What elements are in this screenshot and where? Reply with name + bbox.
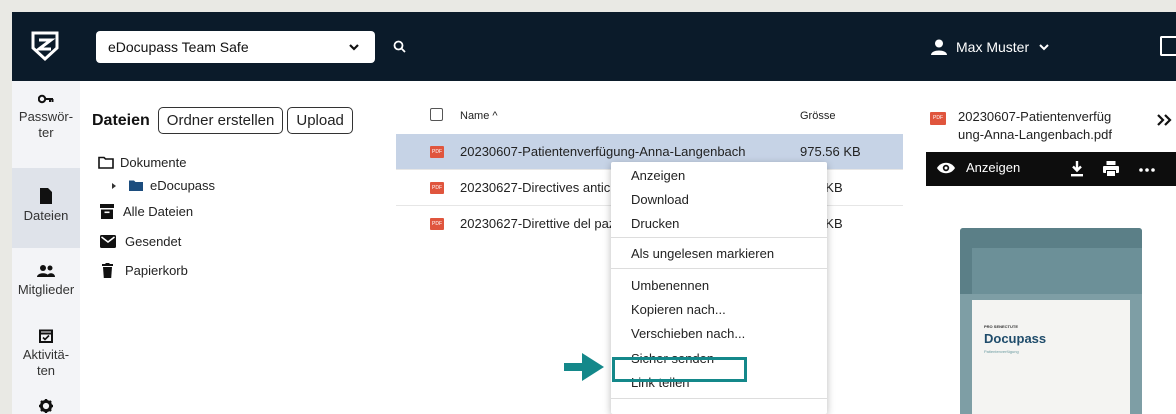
tree-item-trash[interactable]: Papierkorb bbox=[102, 263, 188, 278]
menu-item-move-to[interactable]: Verschieben nach... bbox=[631, 326, 745, 341]
files-header: Dateien Ordner erstellen Upload bbox=[92, 107, 353, 134]
menu-divider bbox=[611, 237, 827, 238]
select-all-checkbox[interactable] bbox=[430, 108, 443, 121]
tree-label-all-files: Alle Dateien bbox=[123, 204, 194, 219]
caret-right-icon[interactable] bbox=[110, 182, 118, 190]
column-size-header[interactable]: Grösse bbox=[800, 110, 835, 122]
calendar-check-icon bbox=[39, 329, 53, 343]
eye-icon bbox=[937, 162, 955, 173]
more-icon[interactable] bbox=[1139, 168, 1155, 172]
preview-toolbar: Anzeigen bbox=[926, 152, 1176, 186]
trash-icon bbox=[102, 263, 113, 278]
menu-item-view[interactable]: Anzeigen bbox=[631, 168, 685, 183]
logout-icon[interactable] bbox=[1160, 36, 1176, 56]
tree-label-sent: Gesendet bbox=[125, 234, 182, 249]
column-name-header[interactable]: Name ^ bbox=[460, 110, 498, 122]
gear-icon bbox=[39, 399, 53, 413]
upload-button[interactable]: Upload bbox=[287, 107, 353, 134]
members-icon bbox=[37, 265, 55, 277]
tree-item-all-files[interactable]: Alle Dateien bbox=[100, 204, 193, 219]
tree-item-sent[interactable]: Gesendet bbox=[100, 234, 181, 249]
folder-outline-icon bbox=[98, 156, 114, 169]
preview-title: 20230607-Patientenverfüg ung-Anna-Langen… bbox=[958, 109, 1112, 142]
nav-item-settings[interactable] bbox=[12, 399, 80, 414]
app-logo-icon[interactable] bbox=[30, 30, 60, 62]
pdf-icon: PDF bbox=[430, 146, 444, 158]
tree-item-documents[interactable]: Dokumente bbox=[98, 155, 186, 170]
document-thumbnail[interactable]: PRO SENECTUTE Docupass Patientenverfügun… bbox=[960, 228, 1142, 414]
envelope-icon bbox=[100, 235, 116, 248]
key-icon bbox=[38, 94, 54, 104]
nav-label-activities: Aktivitä- ten bbox=[22, 347, 70, 378]
tree-item-edocupass[interactable]: eDocupass bbox=[110, 178, 215, 193]
top-bar: eDocupass Team Safe Max Muster bbox=[12, 12, 1176, 81]
thumbnail-subtitle: Patientenverfügung bbox=[984, 349, 1019, 354]
nav-item-activities[interactable]: Aktivitä- ten bbox=[12, 328, 80, 392]
pointer-arrow-icon bbox=[564, 353, 604, 381]
tree-label-documents: Dokumente bbox=[120, 155, 187, 170]
menu-divider bbox=[611, 268, 827, 269]
menu-item-print[interactable]: Drucken bbox=[631, 216, 679, 231]
search-icon[interactable] bbox=[393, 40, 407, 54]
menu-item-download[interactable]: Download bbox=[631, 192, 689, 207]
file-name: 20230607-Patientenverfügung-Anna-Langenb… bbox=[460, 144, 746, 159]
create-folder-button[interactable]: Ordner erstellen bbox=[157, 107, 284, 134]
pdf-icon: PDF bbox=[930, 112, 946, 125]
chevron-down-icon bbox=[1039, 44, 1049, 51]
download-icon[interactable] bbox=[1070, 161, 1084, 177]
safe-select[interactable]: eDocupass Team Safe bbox=[96, 31, 375, 63]
nav-item-passwords[interactable]: Passwör- ter bbox=[12, 93, 80, 157]
tree-label-trash: Papierkorb bbox=[125, 263, 188, 278]
app-window: eDocupass Team Safe Max Muster Passwör- … bbox=[12, 12, 1176, 414]
file-icon bbox=[40, 188, 52, 204]
thumbnail-band bbox=[972, 248, 1142, 294]
left-nav: Passwör- ter Dateien Mitglieder Aktivitä… bbox=[12, 81, 80, 414]
menu-item-copy-to[interactable]: Kopieren nach... bbox=[631, 302, 726, 317]
nav-item-members[interactable]: Mitglieder bbox=[12, 264, 80, 308]
chevron-down-icon bbox=[349, 44, 359, 51]
safe-select-value: eDocupass Team Safe bbox=[108, 39, 249, 55]
nav-label-passwords: Passwör- ter bbox=[18, 109, 74, 140]
preview-view-label: Anzeigen bbox=[966, 160, 1021, 175]
folder-icon bbox=[129, 180, 143, 191]
menu-divider bbox=[611, 398, 827, 399]
pdf-icon: PDF bbox=[430, 182, 444, 194]
print-icon[interactable] bbox=[1103, 161, 1119, 177]
user-name: Max Muster bbox=[956, 39, 1030, 55]
thumbnail-brand: Docupass bbox=[984, 331, 1047, 346]
preview-view-button[interactable]: Anzeigen bbox=[936, 160, 1020, 175]
menu-item-mark-unread[interactable]: Als ungelesen markieren bbox=[631, 246, 774, 261]
thumbnail-small-label: PRO SENECTUTE bbox=[984, 324, 1019, 329]
nav-label-members: Mitglieder bbox=[17, 282, 75, 297]
files-title: Dateien bbox=[92, 111, 150, 129]
archive-icon bbox=[100, 204, 114, 219]
user-icon bbox=[931, 39, 947, 55]
tree-label-edocupass: eDocupass bbox=[150, 178, 216, 193]
menu-item-rename[interactable]: Umbenennen bbox=[631, 278, 709, 293]
double-chevron-right-icon[interactable] bbox=[1156, 113, 1172, 127]
nav-item-files[interactable]: Dateien bbox=[12, 168, 80, 248]
file-size: 975.56 KB bbox=[800, 144, 861, 159]
thumbnail-page: PRO SENECTUTE Docupass Patientenverfügun… bbox=[972, 300, 1130, 414]
nav-label-files: Dateien bbox=[23, 208, 69, 223]
user-menu[interactable]: Max Muster bbox=[930, 36, 1051, 58]
highlight-frame bbox=[612, 357, 747, 382]
pdf-icon: PDF bbox=[430, 218, 444, 230]
